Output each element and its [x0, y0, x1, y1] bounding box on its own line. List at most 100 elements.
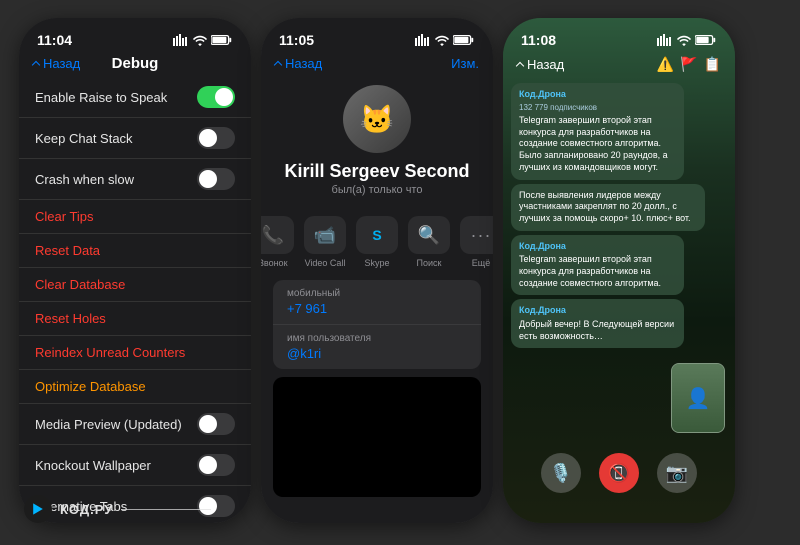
nav-bar-2: Назад Изм. [261, 54, 493, 77]
back-button-2[interactable]: Назад [275, 56, 322, 71]
watermark-icon [24, 495, 52, 523]
settings-list: Enable Raise to Speak Keep Chat Stack Cr… [19, 77, 251, 523]
mobile-row[interactable]: мобильный +7 961 [273, 280, 481, 325]
mute-button[interactable]: 🎙️ [541, 453, 581, 493]
chat-bubble: Код.Дрона Добрый вечер! В Следующей верс… [511, 299, 684, 348]
contact-avatar: 🐱 [343, 85, 411, 153]
reset-holes-item[interactable]: Reset Holes [19, 302, 251, 336]
reset-holes-label: Reset Holes [35, 311, 106, 326]
bubble-text: После выявления лидеров между участникам… [519, 190, 691, 223]
call-controls: 🎙️ 📵 📷 [503, 453, 735, 493]
settings-item[interactable]: Crash when slow [19, 159, 251, 200]
nav-icons-3: ⚠️ 🚩 📋 [657, 56, 721, 73]
search-button[interactable]: 🔍 Поиск [408, 216, 450, 268]
call-button[interactable]: 📞 Звонок [261, 216, 294, 268]
end-call-button[interactable]: 📵 [599, 453, 639, 493]
video-call-button[interactable]: 📹 Video Call [304, 216, 346, 268]
skype-label: Skype [364, 258, 389, 268]
status-bar-1: 11:04 [19, 18, 251, 54]
nav-bar-1: Назад Debug [19, 54, 251, 77]
clear-tips-item[interactable]: Clear Tips [19, 200, 251, 234]
back-button-1[interactable]: Назад [33, 56, 80, 71]
clear-database-item[interactable]: Clear Database [19, 268, 251, 302]
optimize-db-item[interactable]: Optimize Database [19, 370, 251, 404]
camera-button[interactable]: 📷 [657, 453, 697, 493]
username-row[interactable]: имя пользователя @k1ri [273, 325, 481, 369]
chat-bubble: Код.Дрона Telegram завершил второй этап … [511, 235, 684, 296]
search-icon: 🔍 [408, 216, 450, 254]
time-1: 11:04 [37, 32, 72, 48]
settings-item[interactable]: Keep Chat Stack [19, 118, 251, 159]
watermark-line [121, 509, 211, 510]
pip-video: 👤 [671, 363, 725, 433]
phone-videocall: 11:08 Назад ⚠️ 🚩 [503, 18, 735, 523]
contact-header: 🐱 Kirill Sergeev Second был(а) только чт… [261, 77, 493, 208]
mobile-value: +7 961 [287, 301, 467, 316]
action-buttons: 📞 Звонок 📹 Video Call S Skype 🔍 Поиск ··… [261, 208, 493, 280]
more-button[interactable]: ··· Ещё [460, 216, 493, 268]
reset-data-item[interactable]: Reset Data [19, 234, 251, 268]
dark-area [273, 377, 481, 497]
item-label: Enable Raise to Speak [35, 90, 167, 105]
status-bar-2: 11:05 [261, 18, 493, 54]
reindex-item[interactable]: Reindex Unread Counters [19, 336, 251, 370]
item-label: Knockout Wallpaper [35, 458, 151, 473]
bubble-text: Добрый вечер! В Следующей версии есть во… [519, 319, 674, 341]
time-2: 11:05 [279, 32, 314, 48]
flag-icon: 🚩 [680, 56, 697, 73]
reset-data-label: Reset Data [35, 243, 100, 258]
toggle-media-preview[interactable] [197, 413, 235, 435]
nav-bar-3: Назад ⚠️ 🚩 📋 [503, 54, 735, 79]
chat-overlay: 11:08 Назад ⚠️ 🚩 [503, 18, 735, 523]
phone-contact: 11:05 Назад Изм. 🐱 Kiri [261, 18, 493, 523]
bubble-text: Telegram завершил второй этап конкурса д… [519, 254, 661, 287]
settings-item[interactable]: Knockout Wallpaper [19, 445, 251, 486]
more-label: Ещё [472, 258, 490, 268]
back-button-3[interactable]: Назад [517, 57, 564, 72]
status-icons-2 [415, 34, 475, 46]
skype-icon: S [356, 216, 398, 254]
username-label: имя пользователя [287, 333, 467, 344]
pip-inner: 👤 [672, 364, 724, 432]
status-bar-3: 11:08 [503, 18, 735, 54]
video-label: Video Call [305, 258, 346, 268]
watermark-text: КОД.РУ [60, 502, 113, 517]
nav-title-1: Debug [112, 55, 159, 72]
bubble-sender: Код.Дрона [519, 305, 676, 317]
settings-item[interactable]: Enable Raise to Speak [19, 77, 251, 118]
chat-bubble: Код.Дрона 132 779 подписчиков Telegram з… [511, 83, 684, 180]
bubble-sender: Код.Дрона [519, 241, 676, 253]
username-value: @k1ri [287, 346, 467, 361]
search-label: Поиск [417, 258, 442, 268]
item-label: Media Preview (Updated) [35, 417, 182, 432]
phone-debug: 11:04 Назад Debug Enable Raise to Speak [19, 18, 251, 523]
video-icon: 📹 [304, 216, 346, 254]
call-label: Звонок [261, 258, 288, 268]
toggle-raise[interactable] [197, 86, 235, 108]
warning-icon: ⚠️ [657, 56, 674, 73]
status-prefix: был(а) только что [332, 184, 423, 196]
call-icon: 📞 [261, 216, 294, 254]
contact-status: был(а) только что [332, 184, 423, 196]
skype-button[interactable]: S Skype [356, 216, 398, 268]
optimize-db-label: Optimize Database [35, 379, 146, 394]
toggle-crash[interactable] [197, 168, 235, 190]
status-icons-3 [657, 34, 717, 46]
clear-tips-label: Clear Tips [35, 209, 94, 224]
time-3: 11:08 [521, 32, 556, 48]
chat-bubble: После выявления лидеров между участникам… [511, 184, 705, 231]
mobile-label: мобильный [287, 288, 467, 299]
screenshot-container: 11:04 Назад Debug Enable Raise to Speak [0, 0, 800, 545]
toggle-chat-stack[interactable] [197, 127, 235, 149]
clear-database-label: Clear Database [35, 277, 125, 292]
extra-icon: 📋 [704, 56, 721, 73]
back-label-1: Назад [43, 56, 80, 71]
back-label-2: Назад [285, 56, 322, 71]
toggle-knockout[interactable] [197, 454, 235, 476]
bubble-sender: Код.Дрона [519, 89, 676, 101]
back-label-3: Назад [527, 57, 564, 72]
reindex-label: Reindex Unread Counters [35, 345, 185, 360]
settings-item[interactable]: Media Preview (Updated) [19, 404, 251, 445]
info-section: мобильный +7 961 имя пользователя @k1ri [273, 280, 481, 369]
edit-button[interactable]: Изм. [451, 56, 479, 71]
